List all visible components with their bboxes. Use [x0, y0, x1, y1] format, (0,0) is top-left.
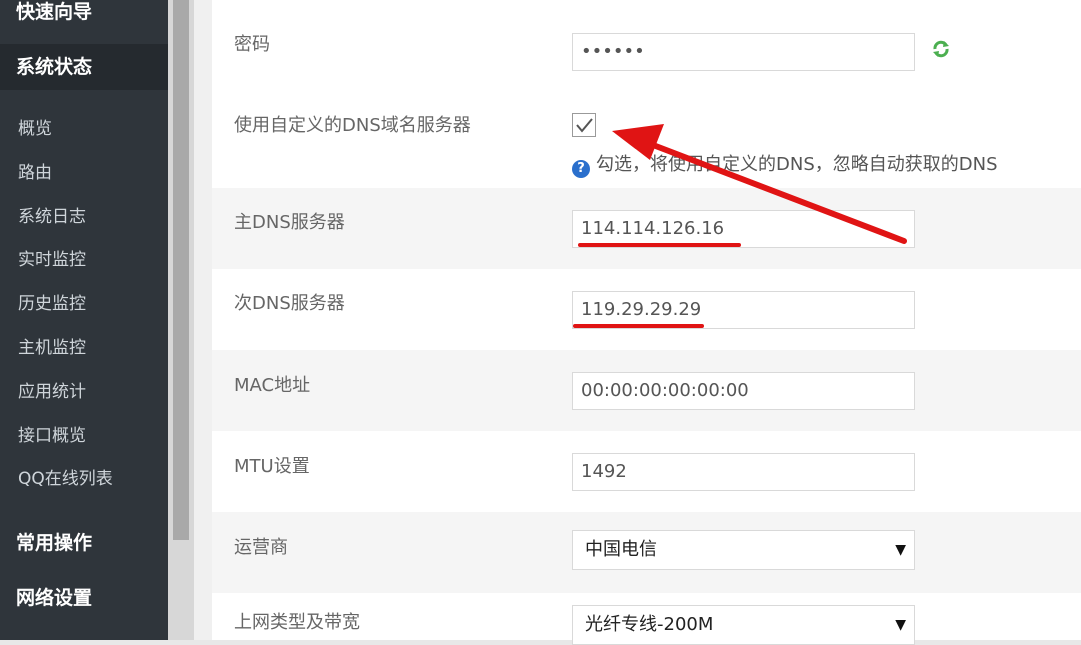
checkmark-icon — [576, 118, 593, 133]
net-type-select-value: 光纤专线-200M — [585, 614, 714, 635]
question-icon: ? — [572, 160, 590, 178]
sidebar-group-network-settings[interactable]: 网络设置 — [0, 575, 168, 621]
custom-dns-checkbox[interactable] — [572, 113, 596, 137]
dropdown-arrow-icon: ▼ — [895, 617, 906, 633]
password-row: 密码 •••••• — [212, 12, 1081, 90]
password-field[interactable]: •••••• — [572, 33, 915, 71]
sidebar-item-host-monitor[interactable]: 主机监控 — [0, 327, 168, 371]
refresh-icon[interactable] — [932, 40, 950, 58]
sidebar-submenu: 概览 路由 系统日志 实时监控 历史监控 主机监控 应用统计 接口概览 QQ在线… — [0, 108, 168, 502]
primary-dns-annotation-underline — [578, 243, 741, 247]
sidebar: 快速向导 系统状态 概览 路由 系统日志 实时监控 历史监控 主机监控 应用统计… — [0, 0, 168, 640]
sidebar-group-system-status[interactable]: 系统状态 — [0, 44, 168, 90]
net-type-label: 上网类型及带宽 — [234, 612, 360, 633]
sidebar-item-system-log[interactable]: 系统日志 — [0, 196, 168, 240]
password-label: 密码 — [234, 34, 270, 55]
custom-dns-help-text: 勾选，将使用自定义的DNS，忽略自动获取的DNS — [596, 154, 998, 175]
dropdown-arrow-icon: ▼ — [895, 542, 906, 558]
mtu-label: MTU设置 — [234, 456, 310, 477]
net-type-row: 上网类型及带宽 光纤专线-200M ▼ — [212, 593, 1081, 645]
secondary-dns-annotation-underline — [573, 324, 704, 328]
sidebar-item-interface-overview[interactable]: 接口概览 — [0, 415, 168, 459]
isp-select[interactable]: 中国电信 ▼ — [572, 530, 915, 570]
mtu-input[interactable]: 1492 — [572, 453, 915, 491]
mac-label: MAC地址 — [234, 375, 311, 396]
sidebar-scrollbar[interactable] — [168, 0, 194, 640]
sidebar-item-overview[interactable]: 概览 — [0, 108, 168, 152]
sidebar-group-common-ops[interactable]: 常用操作 — [0, 520, 168, 566]
sidebar-group-quick-guide[interactable]: 快速向导 — [0, 0, 168, 35]
sidebar-item-history-monitor[interactable]: 历史监控 — [0, 283, 168, 327]
custom-dns-help: ? 勾选，将使用自定义的DNS，忽略自动获取的DNS — [572, 150, 998, 178]
custom-dns-label: 使用自定义的DNS域名服务器 — [234, 115, 471, 136]
mtu-row: MTU设置 1492 — [212, 431, 1081, 512]
primary-dns-row: 主DNS服务器 114.114.126.16 — [212, 188, 1081, 269]
isp-row: 运营商 中国电信 ▼ — [212, 512, 1081, 593]
sidebar-item-routing[interactable]: 路由 — [0, 152, 168, 196]
secondary-dns-label: 次DNS服务器 — [234, 293, 345, 314]
content-gutter — [194, 0, 212, 640]
mac-input[interactable]: 00:00:00:00:00:00 — [572, 372, 915, 410]
settings-form: 密码 •••••• 使用自定义的DNS域名服务器 ? 勾选，将使用自定义的DNS，… — [212, 0, 1081, 645]
isp-label: 运营商 — [234, 537, 288, 558]
secondary-dns-row: 次DNS服务器 119.29.29.29 — [212, 269, 1081, 350]
mac-row: MAC地址 00:00:00:00:00:00 — [212, 350, 1081, 431]
isp-select-value: 中国电信 — [585, 539, 657, 560]
scrollbar-thumb[interactable] — [173, 0, 189, 540]
sidebar-item-realtime-monitor[interactable]: 实时监控 — [0, 239, 168, 283]
sidebar-item-qq-online[interactable]: QQ在线列表 — [0, 458, 168, 502]
sidebar-item-app-stats[interactable]: 应用统计 — [0, 371, 168, 415]
primary-dns-label: 主DNS服务器 — [234, 212, 345, 233]
net-type-select[interactable]: 光纤专线-200M ▼ — [572, 605, 915, 645]
